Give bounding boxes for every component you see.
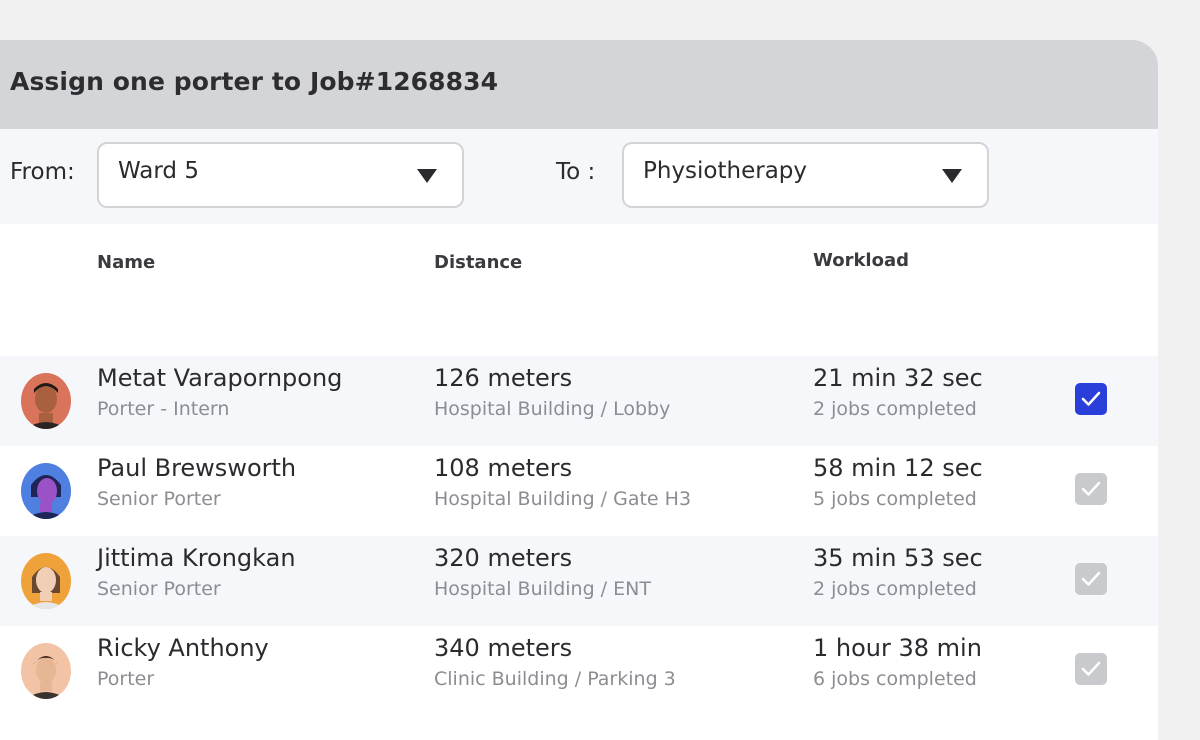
porter-workload: 35 min 53 sec	[813, 544, 983, 572]
route-filter-bar: From: Ward 5 To : Physiotherapy	[0, 129, 1158, 224]
porter-workload: 58 min 12 sec	[813, 454, 983, 482]
select-checkbox[interactable]	[1075, 653, 1107, 685]
column-header-name[interactable]: Name	[97, 252, 155, 273]
porter-location: Hospital Building / Gate H3	[434, 488, 692, 510]
column-header-distance[interactable]: Distance	[434, 252, 522, 273]
porter-workload: 1 hour 38 min	[813, 634, 982, 662]
avatar	[21, 553, 71, 609]
porter-role: Porter	[97, 668, 155, 690]
table-row[interactable]: Metat Varapornpong Porter - Intern 126 m…	[0, 356, 1158, 446]
porter-table: Name Distance Workload Metat Varapornpon…	[0, 224, 1158, 740]
porter-name: Jittima Krongkan	[97, 544, 296, 572]
porter-distance: 108 meters	[434, 454, 573, 482]
to-label: To :	[556, 159, 596, 185]
avatar-portrait-icon	[21, 373, 71, 429]
table-row[interactable]: Jittima Krongkan Senior Porter 320 meter…	[0, 536, 1158, 626]
table-row[interactable]: Paul Brewsworth Senior Porter 108 meters…	[0, 446, 1158, 536]
table-row[interactable]: Ricky Anthony Porter 340 meters Clinic B…	[0, 626, 1158, 716]
to-select[interactable]: Physiotherapy	[622, 142, 989, 208]
porter-jobs-completed: 2 jobs completed	[813, 398, 977, 420]
porter-jobs-completed: 6 jobs completed	[813, 668, 977, 690]
checkmark-icon	[1081, 661, 1101, 676]
checkmark-icon	[1081, 481, 1101, 496]
porter-role: Senior Porter	[97, 488, 221, 510]
porter-role: Senior Porter	[97, 578, 221, 600]
select-checkbox[interactable]	[1075, 473, 1107, 505]
select-checkbox[interactable]	[1075, 563, 1107, 595]
porter-jobs-completed: 2 jobs completed	[813, 578, 977, 600]
column-header-workload[interactable]: Workload	[813, 250, 909, 271]
porter-role: Porter - Intern	[97, 398, 230, 420]
chevron-down-icon	[417, 169, 437, 183]
porter-location: Hospital Building / Lobby	[434, 398, 671, 420]
avatar-portrait-icon	[21, 463, 71, 519]
from-label: From:	[10, 159, 75, 185]
porter-distance: 126 meters	[434, 364, 573, 392]
page-title: Assign one porter to Job#1268834	[10, 67, 499, 96]
chevron-down-icon	[942, 169, 962, 183]
to-select-value: Physiotherapy	[643, 158, 808, 184]
checkmark-icon	[1081, 571, 1101, 586]
avatar-portrait-icon	[21, 553, 71, 609]
porter-location: Clinic Building / Parking 3	[434, 668, 676, 690]
from-select[interactable]: Ward 5	[97, 142, 464, 208]
assign-porter-panel: Assign one porter to Job#1268834 From: W…	[0, 40, 1158, 740]
avatar	[21, 643, 71, 699]
porter-distance: 320 meters	[434, 544, 573, 572]
panel-header: Assign one porter to Job#1268834	[0, 40, 1158, 129]
porter-name: Paul Brewsworth	[97, 454, 297, 482]
porter-name: Ricky Anthony	[97, 634, 269, 662]
avatar	[21, 463, 71, 519]
avatar-portrait-icon	[21, 643, 71, 699]
porter-distance: 340 meters	[434, 634, 573, 662]
porter-name: Metat Varapornpong	[97, 364, 343, 392]
avatar	[21, 373, 71, 429]
checkmark-icon	[1081, 391, 1101, 406]
porter-location: Hospital Building / ENT	[434, 578, 651, 600]
porter-jobs-completed: 5 jobs completed	[813, 488, 977, 510]
from-select-value: Ward 5	[118, 158, 199, 184]
porter-workload: 21 min 32 sec	[813, 364, 983, 392]
select-checkbox[interactable]	[1075, 383, 1107, 415]
